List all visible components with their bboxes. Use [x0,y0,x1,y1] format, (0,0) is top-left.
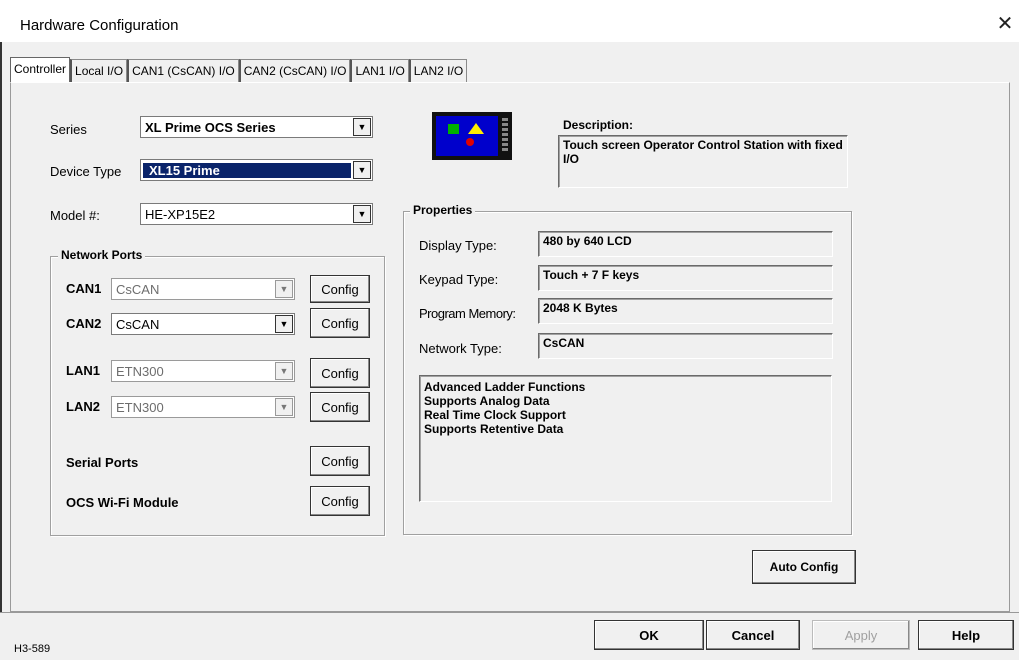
can2-select[interactable]: CsCAN ▼ [111,313,295,335]
figure-id-label: H3-589 [14,643,51,655]
lan2-select: ETN300 ▼ [111,396,295,418]
apply-button: Apply [812,620,910,650]
can2-value: CsCAN [116,316,160,332]
series-select[interactable]: XL Prime OCS Series ▼ [140,116,373,138]
lan1-value: ETN300 [116,363,164,379]
keypad-type-label: Keypad Type: [419,272,499,287]
chevron-down-icon[interactable]: ▼ [353,118,371,136]
device-type-value: XL15 Prime [143,162,351,178]
display-type-label: Display Type: [419,238,497,253]
can2-config-button[interactable]: Config [310,308,370,338]
device-type-select[interactable]: XL15 Prime ▼ [140,159,373,181]
tab-can2-io[interactable]: CAN2 (CsCAN) I/O [238,59,351,82]
title-bar: Hardware Configuration ✕ [0,0,1019,42]
device-image-icon [432,112,512,160]
network-type-label: Network Type: [419,341,502,356]
model-value: HE-XP15E2 [145,206,216,222]
auto-config-button[interactable]: Auto Config [752,550,856,584]
tab-lan1-io[interactable]: LAN1 I/O [350,59,409,82]
serial-ports-config-button[interactable]: Config [310,446,370,476]
description-label: Description: [563,118,634,132]
can2-label: CAN2 [66,316,102,331]
list-item: Supports Analog Data [424,394,550,408]
serial-ports-label: Serial Ports [66,455,139,470]
properties-title: Properties [410,203,476,217]
tab-strip: Controller Local I/O CAN1 (CsCAN) I/O CA… [10,57,468,83]
chevron-down-icon: ▼ [275,280,293,298]
can1-config-button[interactable]: Config [310,275,370,303]
cancel-button[interactable]: Cancel [706,620,800,650]
can1-label: CAN1 [66,281,102,296]
chevron-down-icon[interactable]: ▼ [353,205,371,223]
list-item: Real Time Clock Support [424,408,566,422]
tab-controller[interactable]: Controller [10,57,71,82]
program-memory-label: Program Memory: [419,306,516,321]
lan2-config-button[interactable]: Config [310,392,370,422]
list-item: Supports Retentive Data [424,422,564,436]
tab-can1-io[interactable]: CAN1 (CsCAN) I/O [127,59,239,82]
chevron-down-icon: ▼ [275,398,293,416]
lan1-config-button[interactable]: Config [310,358,370,388]
chevron-down-icon: ▼ [275,362,293,380]
lan1-label: LAN1 [66,363,100,378]
series-value: XL Prime OCS Series [145,119,276,135]
lan2-label: LAN2 [66,399,100,414]
model-select[interactable]: HE-XP15E2 ▼ [140,203,373,225]
chevron-down-icon[interactable]: ▼ [275,315,293,333]
help-button[interactable]: Help [918,620,1014,650]
wifi-module-label: OCS Wi-Fi Module [66,495,179,510]
wifi-module-config-button[interactable]: Config [310,486,370,516]
window-title: Hardware Configuration [20,17,179,34]
device-type-label: Device Type [50,164,122,179]
list-item: Advanced Ladder Functions [424,380,586,394]
network-ports-title: Network Ports [58,248,146,262]
tab-local-io[interactable]: Local I/O [70,59,128,82]
description-text: Touch screen Operator Control Station wi… [558,135,848,188]
can1-value: CsCAN [116,281,160,297]
lan2-value: ETN300 [116,399,164,415]
program-memory-value: 2048 K Bytes [538,298,833,324]
model-label: Model #: [50,208,100,223]
tab-lan2-io[interactable]: LAN2 I/O [408,59,468,82]
keypad-type-value: Touch + 7 F keys [538,265,833,291]
ok-button[interactable]: OK [594,620,704,650]
series-label: Series [50,122,87,137]
can1-select: CsCAN ▼ [111,278,295,300]
close-icon[interactable]: ✕ [994,12,1016,36]
chevron-down-icon[interactable]: ▼ [353,161,371,179]
lan1-select: ETN300 ▼ [111,360,295,382]
features-list: Advanced Ladder Functions Supports Analo… [419,375,832,502]
display-type-value: 480 by 640 LCD [538,231,833,257]
network-type-value: CsCAN [538,333,833,359]
